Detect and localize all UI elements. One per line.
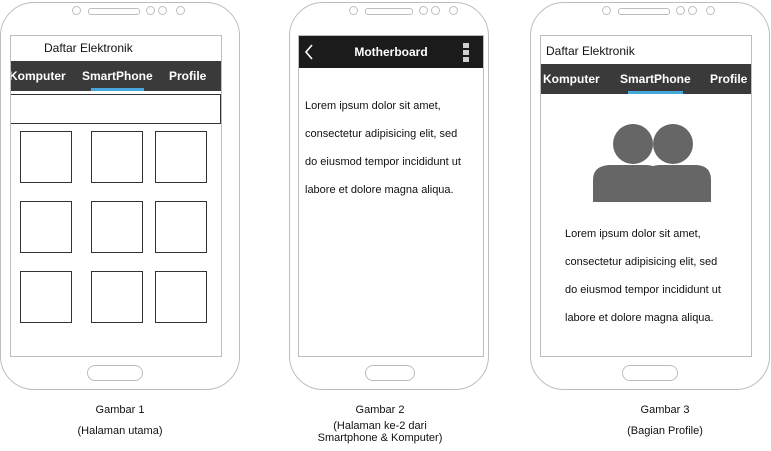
text-line: consectetur adipisicing elit, sed <box>565 256 718 268</box>
detail-title: Motherboard <box>354 45 428 59</box>
text-line: do eiusmod tempor incididunt ut <box>565 284 721 296</box>
phone-mockup-2: Motherboard Lorem ipsum dolor sit amet, … <box>289 2 489 390</box>
front-camera <box>349 6 358 15</box>
search-input[interactable] <box>11 94 221 124</box>
text-line: labore et dolore magna aliqua. <box>305 184 454 196</box>
grid-item[interactable] <box>155 271 207 323</box>
speaker-grille <box>88 8 140 15</box>
grid-item[interactable] <box>155 201 207 253</box>
caption-title: Gambar 1 <box>95 404 145 416</box>
phone-screen: Motherboard Lorem ipsum dolor sit amet, … <box>298 35 484 357</box>
caption-subtitle: Smartphone & Komputer) <box>317 432 443 444</box>
front-camera <box>146 6 155 15</box>
grid-item[interactable] <box>91 271 143 323</box>
front-camera <box>419 6 428 15</box>
detail-description: Lorem ipsum dolor sit amet, consectetur … <box>305 92 461 204</box>
tab-profile[interactable]: Profile <box>169 61 206 91</box>
home-button <box>365 365 415 381</box>
tab-smartphone[interactable]: SmartPhone <box>620 64 691 94</box>
text-line: labore et dolore magna aliqua. <box>565 312 714 324</box>
app-title: Daftar Elektronik <box>546 44 635 58</box>
grid-item[interactable] <box>91 131 143 183</box>
text-line: Lorem ipsum dolor sit amet, <box>565 228 701 240</box>
front-camera <box>706 6 715 15</box>
front-camera <box>158 6 167 15</box>
phone-mockup-1: Daftar Elektronik Komputer SmartPhone Pr… <box>0 2 240 390</box>
front-camera <box>676 6 685 15</box>
text-line: do eiusmod tempor incididunt ut <box>305 156 461 168</box>
caption-figure-3: Gambar 3 (Bagian Profile) <box>565 403 765 439</box>
tab-komputer[interactable]: Komputer <box>11 61 66 91</box>
home-button <box>622 365 678 381</box>
caption-subtitle: (Halaman utama) <box>77 425 163 437</box>
grid-item[interactable] <box>20 131 72 183</box>
home-button <box>87 365 143 381</box>
caption-title: Gambar 3 <box>640 404 690 416</box>
phone-screen: Daftar Elektronik Komputer SmartPhone Pr… <box>10 35 222 357</box>
speaker-grille <box>365 8 413 15</box>
tab-bar: Komputer SmartPhone Profile <box>11 61 221 91</box>
more-vertical-icon[interactable] <box>463 43 469 62</box>
active-tab-indicator <box>91 88 144 91</box>
profile-description: Lorem ipsum dolor sit amet, consectetur … <box>565 220 721 332</box>
grid-item[interactable] <box>155 131 207 183</box>
phone-mockup-3: Daftar Elektronik Komputer SmartPhone Pr… <box>530 2 770 390</box>
front-camera <box>449 6 458 15</box>
caption-title: Gambar 2 <box>355 404 405 416</box>
app-title: Daftar Elektronik <box>44 41 133 55</box>
tab-profile[interactable]: Profile <box>710 64 747 94</box>
tab-bar: Komputer SmartPhone Profile <box>541 64 751 94</box>
grid-item[interactable] <box>91 201 143 253</box>
front-camera <box>176 6 185 15</box>
caption-figure-2: Gambar 2 (Halaman ke-2 dari Smartphone &… <box>280 403 480 446</box>
caption-figure-1: Gambar 1 (Halaman utama) <box>20 403 220 439</box>
speaker-grille <box>618 8 670 15</box>
front-camera <box>602 6 611 15</box>
tab-komputer[interactable]: Komputer <box>543 64 600 94</box>
front-camera <box>431 6 440 15</box>
active-tab-indicator <box>628 91 683 94</box>
tab-smartphone[interactable]: SmartPhone <box>82 61 153 91</box>
phone-screen: Daftar Elektronik Komputer SmartPhone Pr… <box>540 35 752 357</box>
grid-item[interactable] <box>20 271 72 323</box>
text-line: Lorem ipsum dolor sit amet, <box>305 100 441 112</box>
grid-item[interactable] <box>20 201 72 253</box>
text-line: consectetur adipisicing elit, sed <box>305 128 458 140</box>
front-camera <box>72 6 81 15</box>
front-camera <box>688 6 697 15</box>
caption-subtitle: (Bagian Profile) <box>627 425 703 437</box>
users-icon <box>593 124 711 202</box>
